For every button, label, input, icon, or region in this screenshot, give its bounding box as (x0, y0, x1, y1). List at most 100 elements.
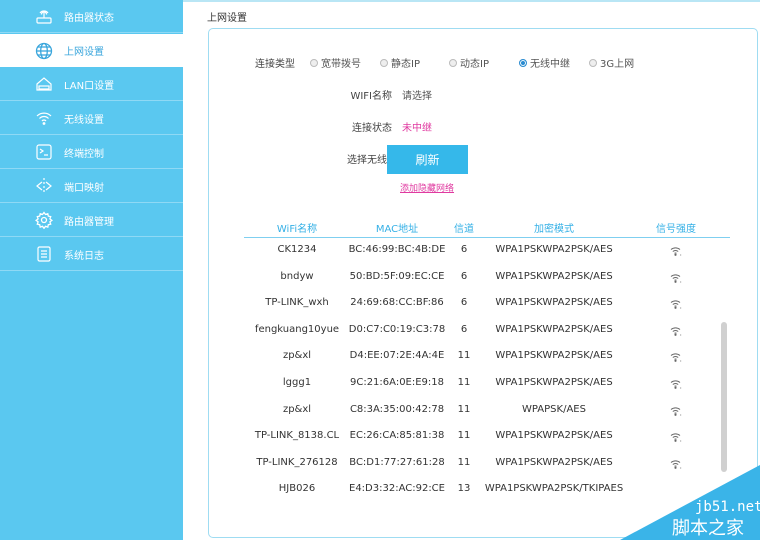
sidebar-item-label: 系统日志 (64, 250, 104, 262)
mac-cell: 9C:21:6A:0E:E9:18 (349, 377, 445, 388)
channel-cell: 11 (457, 377, 471, 388)
encryption-cell: WPA1PSKWPA2PSK/AES (495, 430, 613, 442)
table-row[interactable]: TP-LINK_wxh 24:69:68:CC:BF:86 6 WPA1PSKWPA2… (244, 291, 724, 317)
table-row[interactable]: fengkuang10yue D0:C7:C0:19:C3:78 6 WPA1PSKW… (244, 318, 724, 344)
radio-option-1[interactable]: 静态IP (380, 55, 420, 70)
table-row[interactable]: CK1234 BC:46:99:BC:4B:DE 6 WPA1PSKWPA2PSK/A… (244, 238, 724, 264)
encryption-cell: WPA1PSKWPA2PSK/AES (495, 270, 613, 282)
channel-cell: 13 (457, 483, 471, 495)
radio-option-0[interactable]: 宽带拨号 (310, 55, 361, 70)
sidebar-item-4[interactable]: 终端控制 (0, 136, 183, 169)
wifi-name-cell: bndyw (280, 270, 314, 282)
wifi-name-label: WIFI名称 (350, 91, 392, 102)
radio-dot[interactable] (449, 58, 457, 67)
column-header-4: 信号强度 (656, 224, 696, 235)
top-divider (183, 0, 760, 2)
radio-option-2[interactable]: 动态IP (449, 55, 489, 70)
port-map-icon (35, 177, 53, 195)
sidebar-item-2[interactable]: LAN口设置 (0, 68, 183, 101)
wifi-name-cell: zp&xl (282, 350, 312, 362)
refresh-button[interactable]: 刷新 (387, 145, 468, 174)
signal-strength-icon (670, 326, 682, 339)
mac-cell: EC:26:CA:85:81:38 (349, 430, 445, 442)
watermark-site: jb51.net (695, 499, 760, 515)
radio-dot[interactable] (519, 58, 527, 67)
radio-option-4[interactable]: 3G上网 (589, 55, 634, 70)
router-icon (35, 7, 53, 25)
channel-cell: 6 (460, 297, 468, 309)
channel-cell: 6 (460, 244, 468, 255)
table-row[interactable]: zp&xl D4:EE:07:2E:4A:4E 11 WPA1PSKWPA2PSK/A… (244, 344, 724, 370)
channel-cell: 6 (460, 270, 468, 282)
sidebar-item-7[interactable]: 系统日志 (0, 238, 183, 271)
signal-strength-icon (670, 246, 682, 259)
signal-strength-icon (670, 273, 682, 286)
radio-label: 3G上网 (600, 59, 635, 70)
encryption-cell: WPA1PSKWPA2PSK/AES (495, 350, 613, 362)
gear-icon (35, 211, 53, 229)
signal-strength-icon (670, 299, 682, 312)
sidebar-item-label: 路由器管理 (64, 216, 114, 228)
watermark: jb51.net 脚本之家 (620, 465, 760, 540)
signal-strength-icon (670, 379, 682, 392)
log-icon (35, 245, 53, 263)
wifi-name-cell: fengkuang10yue (254, 323, 340, 335)
connection-type-label: 连接类型 (255, 59, 295, 70)
terminal-icon (35, 143, 53, 161)
add-hidden-network-link[interactable]: 添加隐藏网络 (400, 181, 454, 194)
encryption-cell: WPA1PSKWPA2PSK/AES (495, 244, 613, 255)
channel-cell: 11 (457, 350, 471, 362)
radio-option-3[interactable]: 无线中继 (519, 55, 570, 70)
scrollbar[interactable] (721, 322, 727, 472)
wifi-name-cell: TP-LINK_276128 (256, 456, 338, 468)
radio-dot[interactable] (589, 58, 597, 67)
mac-cell: E4:D3:32:AC:92:CE (349, 483, 445, 495)
mac-cell: BC:46:99:BC:4B:DE (348, 244, 446, 255)
radio-dot[interactable] (380, 58, 388, 67)
table-row[interactable]: TP-LINK_8138.CL EC:26:CA:85:81:38 11 WPA1PS… (244, 424, 724, 450)
wifi-name-value[interactable]: 请选择 (402, 87, 432, 102)
watermark-name: 脚本之家 (672, 518, 744, 539)
encryption-cell: WPA1PSKWPA2PSK/TKIPAES (484, 483, 624, 495)
sidebar-item-0[interactable]: 路由器状态 (0, 0, 183, 33)
mac-cell: 50:BD:5F:09:EC:CE (349, 270, 445, 282)
mac-cell: 24:69:68:CC:BF:86 (350, 297, 444, 309)
table-row[interactable]: zp&xl C8:3A:35:00:42:78 11 WPAPSK/AES (244, 398, 724, 424)
wifi-icon (35, 109, 53, 127)
sidebar-item-3[interactable]: 无线设置 (0, 102, 183, 135)
wifi-name-cell: TP-LINK_wxh (265, 297, 329, 309)
encryption-cell: WPAPSK/AES (522, 403, 586, 415)
page-title: 上网设置 (207, 13, 247, 24)
sidebar: 路由器状态上网设置 LAN口设置无线设置 终端控制端口映射路由器管理系统日志 (0, 0, 183, 540)
sidebar-item-label: LAN口设置 (64, 80, 115, 92)
radio-dot[interactable] (310, 58, 318, 67)
wifi-name-cell: zp&xl (282, 403, 312, 415)
wifi-name-cell: HJB026 (278, 483, 316, 495)
table-row[interactable]: bndyw 50:BD:5F:09:EC:CE 6 WPA1PSKWPA2PSK/AE… (244, 265, 724, 291)
lan-icon (35, 75, 53, 93)
radio-label: 无线中继 (530, 59, 570, 70)
column-header-2: 信道 (454, 224, 474, 235)
mac-cell: BC:D1:77:27:61:28 (349, 456, 445, 468)
column-header-0: WiFi名称 (276, 224, 318, 235)
channel-cell: 11 (457, 456, 471, 468)
table-header: WiFi名称 MAC地址 信道 加密模式 信号强度 (244, 218, 730, 238)
channel-cell: 11 (457, 403, 471, 415)
column-header-1: MAC地址 (375, 224, 419, 235)
sidebar-item-5[interactable]: 端口映射 (0, 170, 183, 203)
sidebar-item-label: 上网设置 (64, 47, 104, 58)
sidebar-item-6[interactable]: 路由器管理 (0, 204, 183, 237)
sidebar-item-label: 端口映射 (64, 182, 104, 194)
signal-strength-icon (670, 432, 682, 445)
encryption-cell: WPA1PSKWPA2PSK/AES (495, 377, 613, 388)
channel-cell: 6 (460, 323, 468, 335)
globe-icon (35, 42, 53, 60)
connection-status-value: 未中继 (402, 123, 432, 134)
connection-status-label: 连接状态 (352, 123, 392, 134)
mac-cell: D4:EE:07:2E:4A:4E (349, 350, 445, 362)
table-row[interactable]: lggg1 9C:21:6A:0E:E9:18 11 WPA1PSKWPA2PSK/A… (244, 371, 724, 397)
sidebar-item-1[interactable]: 上网设置 (0, 34, 183, 67)
wifi-name-cell: lggg1 (282, 377, 312, 388)
encryption-cell: WPA1PSKWPA2PSK/AES (495, 297, 613, 309)
column-header-3: 加密模式 (534, 224, 574, 235)
